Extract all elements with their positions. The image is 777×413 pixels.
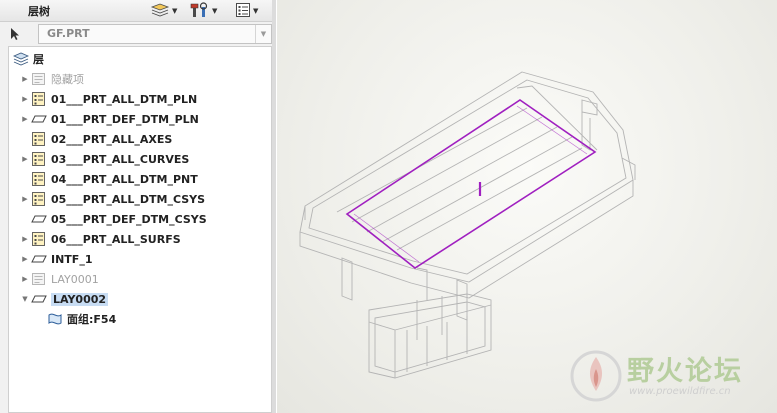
- tree-item[interactable]: ▶ 隐藏项: [9, 69, 271, 89]
- list-settings-icon: [235, 2, 251, 21]
- tree-item[interactable]: ▶ 06___PRT_ALL_SURFS: [9, 229, 271, 249]
- layers-icon: [13, 51, 29, 67]
- select-cursor-icon[interactable]: [4, 24, 26, 44]
- chevron-down-icon: ▼: [253, 7, 259, 15]
- watermark: 野火论坛 www.proewildfire.cn: [567, 345, 772, 407]
- model-dropdown-value: GF.PRT: [47, 27, 90, 40]
- panel-splitter[interactable]: [272, 0, 276, 413]
- tree-item-label: 05___PRT_DEF_DTM_CSYS: [51, 212, 207, 226]
- watermark-text: 野火论坛: [627, 356, 743, 387]
- tree-item-label: 02___PRT_ALL_AXES: [51, 132, 173, 146]
- tree-item-label: 01___PRT_ALL_DTM_PLN: [51, 92, 198, 106]
- expand-arrow-icon[interactable]: ▶: [19, 95, 31, 103]
- tree-item[interactable]: ▶ 01___PRT_ALL_DTM_PLN: [9, 89, 271, 109]
- tree-item-label: 06___PRT_ALL_SURFS: [51, 232, 181, 246]
- tree-item-label: 面组:F54: [67, 313, 117, 326]
- model-selector: GF.PRT ▼: [4, 24, 272, 44]
- tree-item-label: 隐藏项: [51, 73, 84, 86]
- layer-list-icon: [31, 191, 47, 207]
- tree-root-item[interactable]: 层: [9, 49, 271, 69]
- tree-item[interactable]: 面组:F54: [9, 309, 271, 329]
- tools-icon: [190, 1, 210, 21]
- tree-item-label: 04___PRT_ALL_DTM_PNT: [51, 172, 198, 186]
- expand-arrow-icon[interactable]: ▶: [19, 275, 31, 283]
- tree-item[interactable]: ▶ 01___PRT_DEF_DTM_PLN: [9, 109, 271, 129]
- tree-item-label: INTF_1: [51, 252, 93, 266]
- expand-arrow-icon[interactable]: ▶: [19, 195, 31, 203]
- watermark-url: www.proewildfire.cn: [629, 386, 731, 397]
- panel-header: 层树 ▼ ▼ ▼: [0, 0, 276, 22]
- panel-title: 层树: [28, 5, 50, 18]
- tree-item[interactable]: 02___PRT_ALL_AXES: [9, 129, 271, 149]
- tree-item[interactable]: 05___PRT_DEF_DTM_CSYS: [9, 209, 271, 229]
- plane-layer-icon: [31, 211, 47, 227]
- tree-item-label: 01___PRT_DEF_DTM_PLN: [51, 112, 199, 126]
- tree-item[interactable]: ▼ LAY0002: [9, 289, 271, 309]
- quilt-icon: [47, 311, 63, 327]
- layer-list-icon: [31, 131, 47, 147]
- tree-item[interactable]: 04___PRT_ALL_DTM_PNT: [9, 169, 271, 189]
- tree-item[interactable]: ▶ 03___PRT_ALL_CURVES: [9, 149, 271, 169]
- tree-item[interactable]: ▶ LAY0001: [9, 269, 271, 289]
- layer-list-icon: [31, 231, 47, 247]
- plane-layer-icon: [31, 251, 47, 267]
- tree-item[interactable]: ▶ 05___PRT_ALL_DTM_CSYS: [9, 189, 271, 209]
- layer-list-icon: [31, 91, 47, 107]
- hidden-layer-icon: [31, 271, 47, 287]
- graphics-viewport[interactable]: 野火论坛 www.proewildfire.cn: [277, 0, 777, 413]
- tree-item-label: LAY0001: [51, 272, 99, 286]
- model-dropdown[interactable]: GF.PRT ▼: [38, 24, 272, 44]
- chevron-down-icon: ▼: [255, 25, 271, 43]
- plane-layer-icon: [31, 111, 47, 127]
- tree-item-label: 层: [33, 53, 44, 66]
- expand-arrow-icon[interactable]: ▶: [19, 235, 31, 243]
- tree-item-label: 03___PRT_ALL_CURVES: [51, 152, 190, 166]
- expand-arrow-icon[interactable]: ▶: [19, 115, 31, 123]
- layer-tree: 层 ▶ 隐藏项 ▶ 01___PRT_ALL_DTM_PLN ▶ 01___PRT_DEF_…: [8, 46, 272, 413]
- expand-arrow-icon[interactable]: ▶: [19, 75, 31, 83]
- layer-list-icon: [31, 171, 47, 187]
- tree-item[interactable]: ▶ INTF_1: [9, 249, 271, 269]
- plane-layer-icon: [31, 291, 47, 307]
- chevron-down-icon: ▼: [172, 7, 178, 15]
- tree-item-label: LAY0002: [51, 292, 109, 306]
- watermark-logo-icon: [570, 350, 622, 402]
- chevron-down-icon: ▼: [212, 7, 218, 15]
- layers-display-icon: [150, 2, 170, 21]
- tools-button[interactable]: ▼: [190, 1, 218, 21]
- hidden-layer-icon: [31, 71, 47, 87]
- tree-item-label: 05___PRT_ALL_DTM_CSYS: [51, 192, 206, 206]
- collapse-arrow-icon[interactable]: ▼: [19, 295, 31, 303]
- layer-list-icon: [31, 151, 47, 167]
- list-settings-button[interactable]: ▼: [235, 2, 258, 20]
- layer-tree-panel: 层树 ▼ ▼ ▼ GF.PRT ▼ 层 ▶ 隐藏项 ▶ 01___PRT_ALL…: [0, 0, 276, 413]
- layers-display-button[interactable]: ▼: [150, 2, 177, 20]
- expand-arrow-icon[interactable]: ▶: [19, 155, 31, 163]
- expand-arrow-icon[interactable]: ▶: [19, 255, 31, 263]
